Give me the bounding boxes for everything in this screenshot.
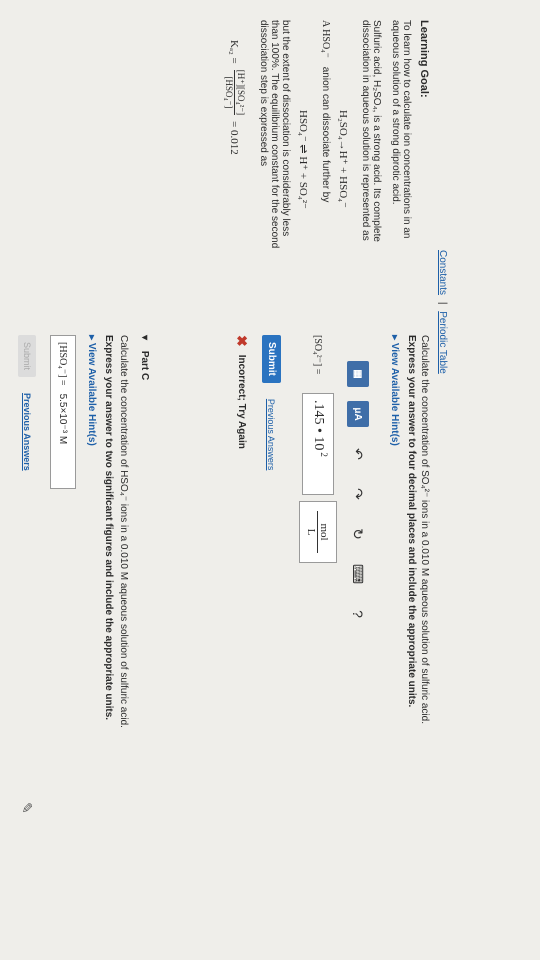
extent-line-2: than 100%. The equilibrium constant for … xyxy=(269,20,280,249)
redo-icon[interactable]: ↷ xyxy=(350,481,367,507)
learning-goal-line-2: aqueous solution of a strong diprotic ac… xyxy=(390,20,401,205)
extent-line-1: but the extent of dissociation is consid… xyxy=(280,20,291,237)
learning-goal-title: Learning Goal: xyxy=(418,20,430,98)
equation-2: HSO₄⁻ ⇌ H⁺ + SO₄²⁻ xyxy=(297,110,309,209)
part-c-question: Calculate the concentration of HSO₄⁻ ion… xyxy=(118,335,129,728)
reset-icon[interactable]: ↻ xyxy=(350,521,367,547)
ka-expression: Kₐ₂ = [H⁺][SO₄²⁻] [HSO₄⁻] = 0.012 xyxy=(223,40,246,310)
hso4-answer-label: [HSO₄⁻] = xyxy=(57,342,69,386)
part-c-answer-box[interactable]: [HSO₄⁻] = 5.5×10⁻³ M xyxy=(50,335,76,489)
units-button[interactable]: μA xyxy=(347,401,369,427)
ka-value: = 0.012 xyxy=(228,121,241,155)
hint-arrow-icon: ▸ xyxy=(86,335,97,341)
part-c-hints[interactable]: ▸ View Available Hint(s) xyxy=(86,335,97,935)
hso4-label: A HSO₄⁻ xyxy=(320,20,331,58)
hso4-text: anion can dissociate further by xyxy=(320,66,331,203)
part-b-hints[interactable]: ▸ View Available Hint(s) xyxy=(389,335,400,935)
math-toolbar: ▦ μA ↶ ↷ ↻ ⌨ ? xyxy=(347,361,369,935)
undo-icon[interactable]: ↶ xyxy=(350,441,367,467)
part-c-title[interactable]: ▾ Part C xyxy=(139,335,150,935)
sulfuric-line-1: Sulfuric acid, H₂SO₄, is a strong acid. … xyxy=(371,20,382,242)
learning-goal-line-1: To learn how to calculate ion concentrat… xyxy=(401,20,412,239)
header-separator: | xyxy=(437,301,448,305)
part-b: Calculate the concentration of SO₄²⁻ ion… xyxy=(233,335,430,935)
pencil-icon[interactable]: ✎ xyxy=(18,802,35,814)
equation-1: H₂SO₄→H⁺ + HSO₄⁻ xyxy=(337,110,349,208)
help-icon[interactable]: ? xyxy=(350,601,366,627)
part-c-submit-button[interactable]: Submit xyxy=(18,335,36,378)
part-b-feedback-text: Incorrect; Try Again xyxy=(236,354,247,449)
collapse-arrow-icon: ▾ xyxy=(139,335,150,341)
part-b-feedback: ✖ Incorrect; Try Again xyxy=(233,335,250,935)
ka-fraction: [H⁺][SO₄²⁻] [HSO₄⁻] xyxy=(223,69,246,116)
hint-arrow-icon: ▸ xyxy=(389,335,400,341)
part-c-previous-answers[interactable]: Previous Answers xyxy=(22,393,32,471)
extent-line-3: dissociation step is expressed as xyxy=(258,20,269,167)
so4-answer-label: [SO₄²⁻] = xyxy=(312,335,324,375)
part-c-submit-row: Submit Previous Answers xyxy=(18,335,36,935)
part-b-submit-row: Submit Previous Answers xyxy=(262,335,281,935)
incorrect-x-icon: ✖ xyxy=(234,335,250,347)
part-b-instruction: Express your answer to four decimal plac… xyxy=(406,335,417,708)
page: Constants | Periodic Table Learning Goal… xyxy=(0,0,540,960)
templates-icon[interactable]: ▦ xyxy=(347,361,369,387)
so4-units-input[interactable]: mol L xyxy=(299,501,337,563)
sulfuric-line-2: dissociation in aqueous solution is repr… xyxy=(360,20,371,241)
periodic-table-link[interactable]: Periodic Table xyxy=(437,311,448,374)
part-b-previous-answers[interactable]: Previous Answers xyxy=(267,399,277,471)
ka-numerator: [H⁺][SO₄²⁻] xyxy=(236,69,246,116)
part-b-question: Calculate the concentration of SO₄²⁻ ion… xyxy=(419,335,430,725)
ka-label: Kₐ₂ = xyxy=(228,40,241,64)
keyboard-icon[interactable]: ⌨ xyxy=(350,561,367,587)
hso4-answer-value: 5.5×10⁻³ M xyxy=(57,393,69,445)
ka-denominator: [HSO₄⁻] xyxy=(224,76,234,109)
learning-goal-panel: Learning Goal: To learn how to calculate… xyxy=(223,20,430,310)
part-b-submit-button[interactable]: Submit xyxy=(262,335,281,383)
part-c: ▾ Part C Calculate the concentration of … xyxy=(18,335,150,935)
part-b-answer-row: [SO₄²⁻] = .145 • 10 2 mol L xyxy=(299,335,337,935)
constants-link[interactable]: Constants xyxy=(437,250,448,295)
part-c-instruction: Express your answer to two significant f… xyxy=(103,335,114,721)
so4-value-input[interactable]: .145 • 10 2 xyxy=(302,393,334,495)
header-links: Constants | Periodic Table xyxy=(437,250,448,374)
